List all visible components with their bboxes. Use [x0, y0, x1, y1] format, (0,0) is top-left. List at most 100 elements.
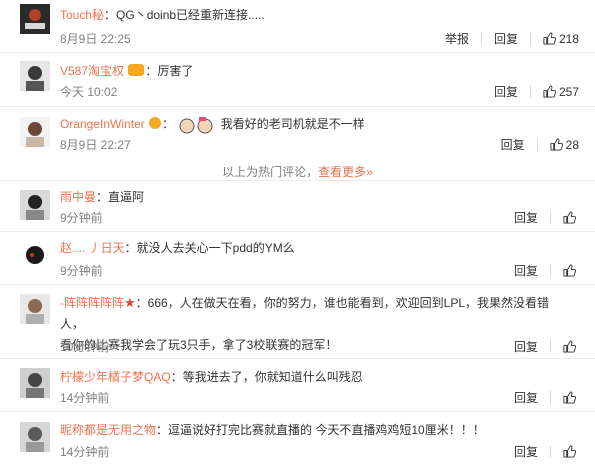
comment-content: 赵.... 丿日天：就没人去关心一下pdd的YM么	[60, 239, 571, 257]
divider	[529, 32, 531, 45]
divider	[550, 264, 551, 277]
like-button[interactable]	[563, 340, 579, 353]
comment-item: Touch秘：QG丶doinb已经重新连接..... 8月9日 22:25 举报…	[0, 0, 595, 52]
hot-comments-label: 以上为热门评论，	[222, 165, 319, 179]
timestamp: 今天 10:02	[60, 85, 118, 99]
like-button[interactable]	[563, 391, 579, 404]
reply-button[interactable]: 回复	[514, 389, 538, 406]
thumbs-up-icon	[563, 264, 576, 277]
comment-actions: 回复	[514, 389, 579, 406]
comment-item: OrangeInWinter ： 我看好的老司机就是不一样 8月9日 22:27…	[0, 107, 595, 155]
comment-content: Touch秘：QG丶doinb已经重新连接.....	[60, 6, 571, 24]
avatar[interactable]	[20, 4, 50, 34]
reply-button[interactable]: 回复	[501, 136, 525, 153]
timestamp: 9分钟前	[60, 211, 103, 225]
verified-badge-icon	[149, 117, 162, 129]
divider	[550, 340, 551, 353]
comment-content: OrangeInWinter ： 我看好的老司机就是不一样	[60, 115, 571, 134]
comment-text: ：等我进去了，你就知道什么叫残忍	[170, 370, 363, 384]
comment-actions: 回复	[514, 443, 579, 460]
timestamp: 10分钟前	[60, 340, 110, 354]
comment-item: V587淘宝权 ：厉害了 今天 10:02 回复 257	[0, 53, 595, 106]
reply-button[interactable]: 回复	[494, 83, 518, 100]
comment-actions: 回复 28	[501, 136, 579, 153]
like-button[interactable]: 218	[543, 32, 579, 46]
comment-item: -阵阵阵阵阵★：666，人在做天在看，你的努力，谁也能看到，欢迎回到LPL，我果…	[0, 285, 595, 358]
verified-badge-icon	[128, 64, 145, 76]
divider	[480, 32, 482, 45]
report-button[interactable]: 举报	[445, 30, 469, 47]
reply-button[interactable]: 回复	[494, 30, 518, 47]
comment-text: ：直逼阿	[96, 190, 145, 204]
username-link[interactable]: 赵.... 丿日天	[60, 241, 125, 255]
comment-item: 昵称都是无用之物：逗逼说好打完比赛就直播的 今天不直播鸡鸡短10厘米！！！ 14…	[0, 412, 595, 473]
comment-item: 赵.... 丿日天：就没人去关心一下pdd的YM么 9分钟前 回复	[0, 232, 595, 284]
timestamp: 14分钟前	[60, 391, 110, 405]
divider	[550, 445, 551, 458]
comment-actions: 回复	[514, 262, 579, 279]
comment-content: -阵阵阵阵阵★：666，人在做天在看，你的努力，谁也能看到，欢迎回到LPL，我果…	[60, 292, 571, 356]
avatar[interactable]	[20, 190, 50, 220]
timestamp: 14分钟前	[60, 445, 110, 459]
comment-content: 柠檬少年橘子梦QAQ：等我进去了，你就知道什么叫残忍	[60, 368, 571, 386]
thumbs-up-icon	[563, 445, 576, 458]
avatar[interactable]	[20, 242, 50, 272]
reply-button[interactable]: 回复	[514, 209, 538, 226]
like-button[interactable]	[563, 445, 579, 458]
avatar[interactable]	[20, 117, 50, 147]
comment-actions: 回复	[514, 209, 579, 226]
divider	[529, 85, 531, 98]
thumbs-up-icon	[543, 85, 556, 98]
reply-button[interactable]: 回复	[514, 338, 538, 355]
username-link[interactable]: -阵阵阵阵阵	[60, 296, 124, 310]
hot-comments-divider: 以上为热门评论，查看更多»	[0, 163, 595, 180]
like-count: 257	[558, 84, 579, 99]
divider	[550, 391, 551, 404]
comment-text: ：厉害了	[145, 64, 194, 78]
comment-content: 昵称都是无用之物：逗逼说好打完比赛就直播的 今天不直播鸡鸡短10厘米！！！	[60, 421, 571, 439]
comment-content: V587淘宝权 ：厉害了	[60, 62, 571, 80]
timestamp: 9分钟前	[60, 264, 103, 278]
emoticon-icon	[179, 116, 213, 134]
view-more-link[interactable]: 查看更多»	[318, 165, 373, 179]
username-link[interactable]: 雨中曼	[60, 190, 96, 204]
divider	[550, 211, 551, 224]
avatar[interactable]	[20, 294, 50, 324]
username-link[interactable]: 昵称都是无用之物	[60, 423, 156, 437]
comment-item: 雨中曼：直逼阿 9分钟前 回复	[0, 181, 595, 231]
avatar[interactable]	[20, 422, 50, 452]
comment-content: 雨中曼：直逼阿	[60, 188, 571, 206]
thumbs-up-icon	[563, 211, 576, 224]
like-count: 28	[565, 137, 579, 152]
like-button[interactable]	[563, 264, 579, 277]
star-badge-icon: ★	[124, 295, 136, 310]
like-button[interactable]	[563, 211, 579, 224]
comment-actions: 回复 257	[494, 83, 579, 100]
timestamp: 8月9日 22:27	[60, 138, 131, 152]
comment-colon: ：	[162, 117, 175, 131]
comment-actions: 回复	[514, 338, 579, 355]
thumbs-up-icon	[550, 138, 563, 151]
timestamp: 8月9日 22:25	[60, 32, 131, 46]
comment-text: ：逗逼说好打完比赛就直播的 今天不直播鸡鸡短10厘米！！！	[156, 423, 485, 437]
username-link[interactable]: V587淘宝权	[60, 64, 124, 78]
comment-text: ：QG丶doinb已经重新连接.....	[104, 8, 265, 22]
comment-item: 柠檬少年橘子梦QAQ：等我进去了，你就知道什么叫残忍 14分钟前 回复	[0, 359, 595, 411]
comment-actions: 举报 回复 218	[445, 30, 579, 47]
divider	[536, 138, 538, 151]
thumbs-up-icon	[563, 340, 576, 353]
reply-button[interactable]: 回复	[514, 262, 538, 279]
avatar[interactable]	[20, 61, 50, 91]
comment-text: 我看好的老司机就是不一样	[220, 117, 365, 131]
reply-button[interactable]: 回复	[514, 443, 538, 460]
username-link[interactable]: 柠檬少年橘子梦QAQ	[60, 370, 171, 384]
comment-text: ：就没人去关心一下pdd的YM么	[124, 241, 295, 255]
username-link[interactable]: OrangeInWinter	[60, 117, 145, 131]
avatar[interactable]	[20, 368, 50, 398]
like-button[interactable]: 257	[543, 85, 579, 99]
like-button[interactable]: 28	[550, 138, 579, 152]
thumbs-up-icon	[543, 32, 556, 45]
username-link[interactable]: Touch秘	[60, 8, 104, 22]
like-count: 218	[558, 31, 579, 46]
thumbs-up-icon	[563, 391, 576, 404]
